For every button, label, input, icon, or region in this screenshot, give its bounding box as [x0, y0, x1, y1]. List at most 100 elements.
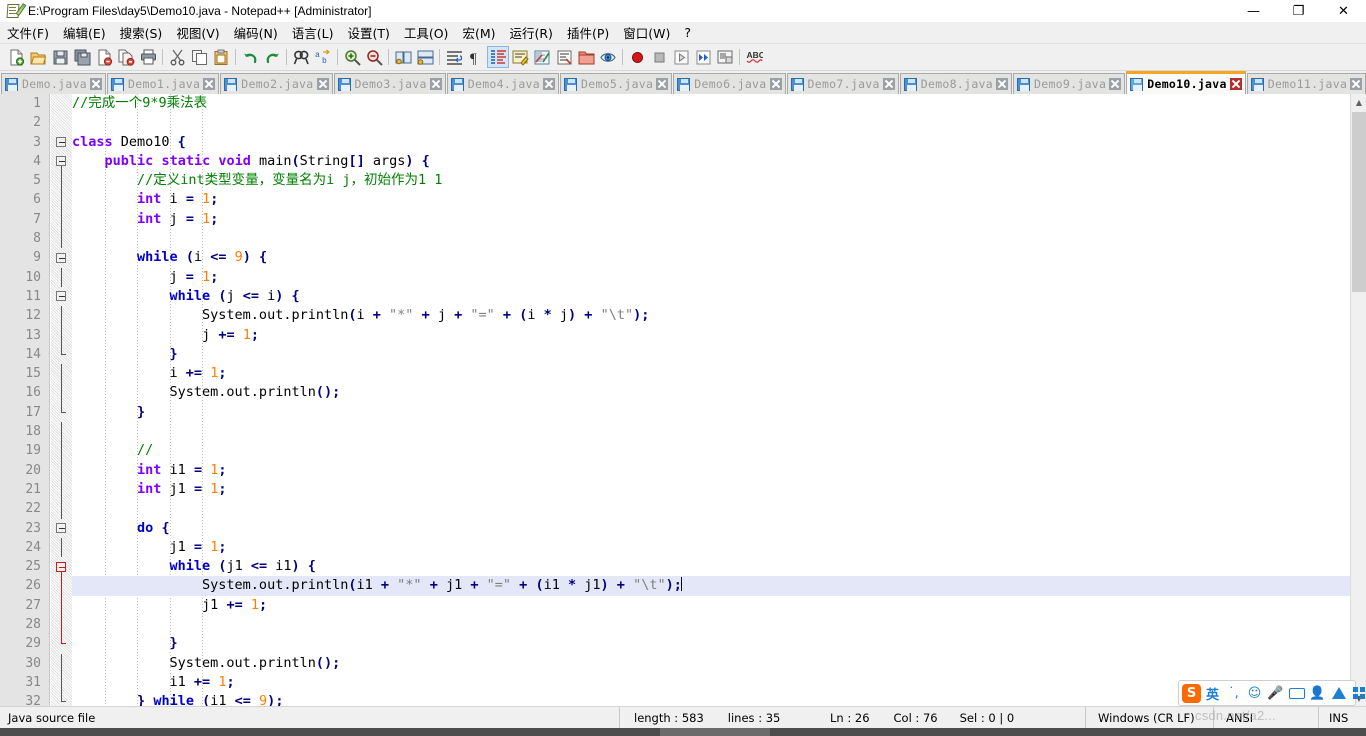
ime-emoji-icon[interactable]: ☺: [1245, 684, 1264, 703]
ime-logo-icon[interactable]: S: [1182, 683, 1201, 703]
stop-macro-button[interactable]: [648, 46, 670, 68]
code-line[interactable]: [72, 615, 1350, 634]
menu-plugins[interactable]: 插件(P): [560, 21, 616, 44]
code-line[interactable]: }: [72, 634, 1350, 653]
code-line[interactable]: j1 = 1;: [72, 538, 1350, 557]
record-macro-button[interactable]: [626, 46, 648, 68]
document-tab-demo5-java[interactable]: Demo5.java: [560, 73, 673, 94]
ime-skin-icon[interactable]: [1329, 684, 1348, 703]
code-line[interactable]: //: [72, 441, 1350, 460]
zoom-out-button[interactable]: [363, 46, 385, 68]
run-macro-multiple-button[interactable]: [692, 46, 714, 68]
code-line[interactable]: int j = 1;: [72, 210, 1350, 229]
fold-collapse-icon[interactable]: [56, 291, 66, 302]
minimize-button[interactable]: —: [1231, 0, 1276, 22]
menu-settings[interactable]: 设置(T): [340, 21, 396, 44]
menu-encoding[interactable]: 编码(N): [227, 21, 285, 44]
ime-language-mode[interactable]: 英: [1203, 684, 1222, 703]
document-tab-demo9-java[interactable]: Demo9.java: [1013, 73, 1126, 94]
function-list-button[interactable]: [553, 46, 575, 68]
spell-check-button[interactable]: ABC: [743, 46, 765, 68]
document-tab-demo8-java[interactable]: Demo8.java: [899, 73, 1013, 94]
menu-tools[interactable]: 工具(O): [397, 21, 456, 44]
scroll-up-icon[interactable]: ▲: [1351, 94, 1366, 110]
status-eol-format[interactable]: Windows (CR LF): [1086, 706, 1214, 729]
document-tab-demo2-java[interactable]: Demo2.java: [220, 73, 333, 94]
fold-marker[interactable]: [51, 287, 72, 306]
status-encoding[interactable]: ANSI: [1214, 706, 1319, 729]
fold-collapse-icon[interactable]: [56, 561, 66, 572]
print-button[interactable]: [137, 46, 159, 68]
menu-file[interactable]: 文件(F): [0, 21, 56, 44]
close-tab-icon[interactable]: [996, 78, 1009, 90]
document-tab-demo-java[interactable]: Demo.java: [1, 73, 107, 94]
code-line[interactable]: } while (i1 <= 9);: [72, 692, 1350, 706]
menu-help[interactable]: ?: [677, 23, 698, 42]
code-line[interactable]: class Demo10 {: [72, 133, 1350, 152]
close-tab-icon[interactable]: [1229, 78, 1242, 90]
ime-voice-icon[interactable]: 🎤: [1266, 684, 1285, 703]
close-tab-icon[interactable]: [656, 78, 669, 90]
fold-marker[interactable]: [51, 519, 72, 538]
ime-punctuation-icon[interactable]: ˙,: [1224, 684, 1243, 703]
code-line[interactable]: System.out.println();: [72, 383, 1350, 402]
code-line[interactable]: [72, 113, 1350, 132]
menu-run[interactable]: 运行(R): [502, 21, 559, 44]
fold-marker[interactable]: [51, 152, 72, 172]
code-line[interactable]: public static void main(String[] args) {: [72, 152, 1350, 171]
code-line[interactable]: j += 1;: [72, 326, 1350, 345]
new-file-button[interactable]: [5, 46, 27, 68]
document-tab-demo1-java[interactable]: Demo1.java: [107, 73, 220, 94]
ime-user-icon[interactable]: 👤: [1308, 684, 1327, 703]
code-text-area[interactable]: //完成一个9*9乘法表 class Demo10 { public static…: [72, 94, 1350, 706]
save-macro-button[interactable]: [714, 46, 736, 68]
document-tab-demo11-java[interactable]: Demo11.java: [1246, 73, 1366, 94]
save-button[interactable]: [49, 46, 71, 68]
word-wrap-button[interactable]: [443, 46, 465, 68]
menu-window[interactable]: 窗口(W): [616, 21, 677, 44]
code-line[interactable]: do {: [72, 519, 1350, 538]
close-tab-icon[interactable]: [1109, 78, 1122, 90]
document-tab-demo7-java[interactable]: Demo7.java: [786, 73, 899, 94]
code-line[interactable]: while (j <= i) {: [72, 287, 1350, 306]
document-map-button[interactable]: [531, 46, 553, 68]
code-line[interactable]: System.out.println(i + "*" + j + "=" + (…: [72, 306, 1350, 325]
open-file-button[interactable]: [27, 46, 49, 68]
code-line[interactable]: [72, 422, 1350, 441]
close-tab-icon[interactable]: [90, 78, 103, 90]
close-tab-icon[interactable]: [1350, 78, 1363, 90]
cut-button[interactable]: [166, 46, 188, 68]
fold-marker[interactable]: [51, 248, 72, 267]
close-tab-icon[interactable]: [316, 78, 329, 90]
sync-horizontal-scroll-button[interactable]: [414, 46, 436, 68]
close-all-files-button[interactable]: [115, 46, 137, 68]
fold-collapse-icon[interactable]: [56, 523, 66, 534]
code-line[interactable]: i += 1;: [72, 364, 1350, 383]
close-tab-icon[interactable]: [769, 78, 782, 90]
code-line[interactable]: i1 += 1;: [72, 673, 1350, 692]
code-line[interactable]: int i = 1;: [72, 190, 1350, 209]
code-line-current[interactable]: System.out.println(i1 + "*" + j1 + "=" +…: [72, 576, 1350, 596]
menu-edit[interactable]: 编辑(E): [56, 21, 113, 44]
status-insert-mode[interactable]: INS: [1319, 707, 1348, 729]
close-button[interactable]: ✕: [1321, 0, 1366, 22]
code-line[interactable]: int j1 = 1;: [72, 480, 1350, 499]
undo-button[interactable]: [239, 46, 261, 68]
folder-as-workspace-button[interactable]: [575, 46, 597, 68]
code-line[interactable]: j = 1;: [72, 268, 1350, 287]
ime-keyboard-icon[interactable]: [1287, 684, 1306, 703]
code-line[interactable]: while (i <= 9) {: [72, 248, 1350, 267]
close-tab-icon[interactable]: [203, 78, 216, 90]
monitoring-button[interactable]: [597, 46, 619, 68]
fold-collapse-icon[interactable]: [56, 137, 66, 148]
find-button[interactable]: [290, 46, 312, 68]
paste-button[interactable]: [210, 46, 232, 68]
redo-button[interactable]: [261, 46, 283, 68]
save-all-button[interactable]: [71, 46, 93, 68]
indent-guide-button[interactable]: [487, 46, 509, 68]
fold-marker[interactable]: [51, 557, 72, 577]
zoom-in-button[interactable]: [341, 46, 363, 68]
code-line[interactable]: [72, 229, 1350, 248]
code-line[interactable]: int i1 = 1;: [72, 461, 1350, 480]
play-macro-button[interactable]: [670, 46, 692, 68]
